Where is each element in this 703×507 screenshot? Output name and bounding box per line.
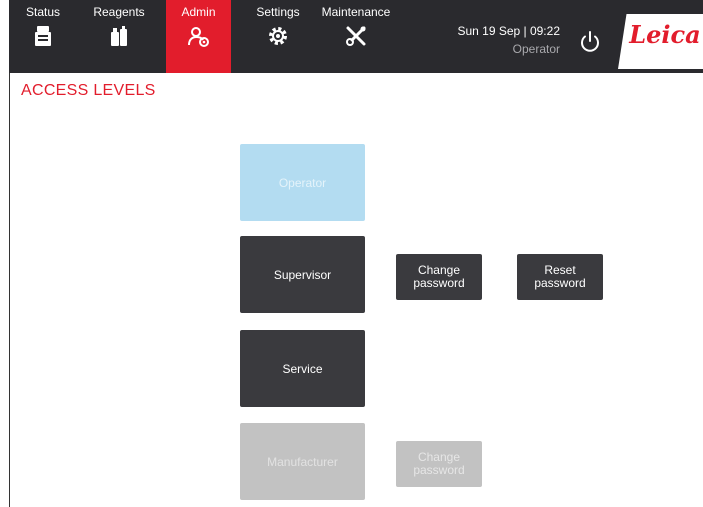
supervisor-change-password-label: Change password [413, 263, 465, 290]
maintenance-tools-icon [346, 26, 366, 46]
supervisor-level-label: Supervisor [273, 267, 332, 282]
service-level-button[interactable]: Service [240, 330, 365, 407]
supervisor-reset-password-button[interactable]: Reset password [517, 254, 603, 300]
manufacturer-level-button: Manufacturer [240, 423, 365, 500]
operator-level-button[interactable]: Operator [240, 144, 365, 221]
tab-status-label: Status [25, 5, 61, 19]
user-role-label: Operator [512, 42, 560, 56]
tab-maintenance[interactable]: Maintenance [316, 0, 396, 73]
admin-icon [187, 27, 209, 47]
tab-settings[interactable]: Settings [248, 0, 308, 73]
tab-maintenance-label: Maintenance [321, 5, 391, 19]
tab-reagents[interactable]: Reagents [88, 0, 150, 73]
service-level-label: Service [282, 361, 323, 376]
power-icon[interactable] [578, 30, 602, 54]
manufacturer-change-password-button: Change password [396, 441, 482, 487]
operator-level-label: Operator [278, 175, 327, 190]
tab-status[interactable]: Status [19, 0, 67, 73]
tab-settings-label: Settings [256, 5, 300, 19]
date-time-display: Sun 19 Sep | 09:22 [457, 24, 560, 38]
supervisor-change-password-button[interactable]: Change password [396, 254, 482, 300]
settings-gear-icon [269, 27, 287, 45]
manufacturer-change-password-label: Change password [413, 450, 465, 477]
status-icon [35, 26, 51, 46]
tab-reagents-label: Reagents [93, 5, 145, 19]
tab-admin[interactable]: Admin [166, 0, 231, 73]
supervisor-level-button[interactable]: Supervisor [240, 236, 365, 313]
supervisor-reset-password-label: Reset password [534, 263, 586, 290]
logo-panel: Leica [618, 14, 703, 69]
leica-logo: Leica [629, 20, 701, 49]
tab-admin-label: Admin [181, 5, 216, 19]
reagents-icon [111, 26, 127, 46]
left-divider [9, 73, 10, 507]
manufacturer-level-label: Manufacturer [267, 454, 338, 469]
page-title: ACCESS LEVELS [21, 82, 156, 99]
